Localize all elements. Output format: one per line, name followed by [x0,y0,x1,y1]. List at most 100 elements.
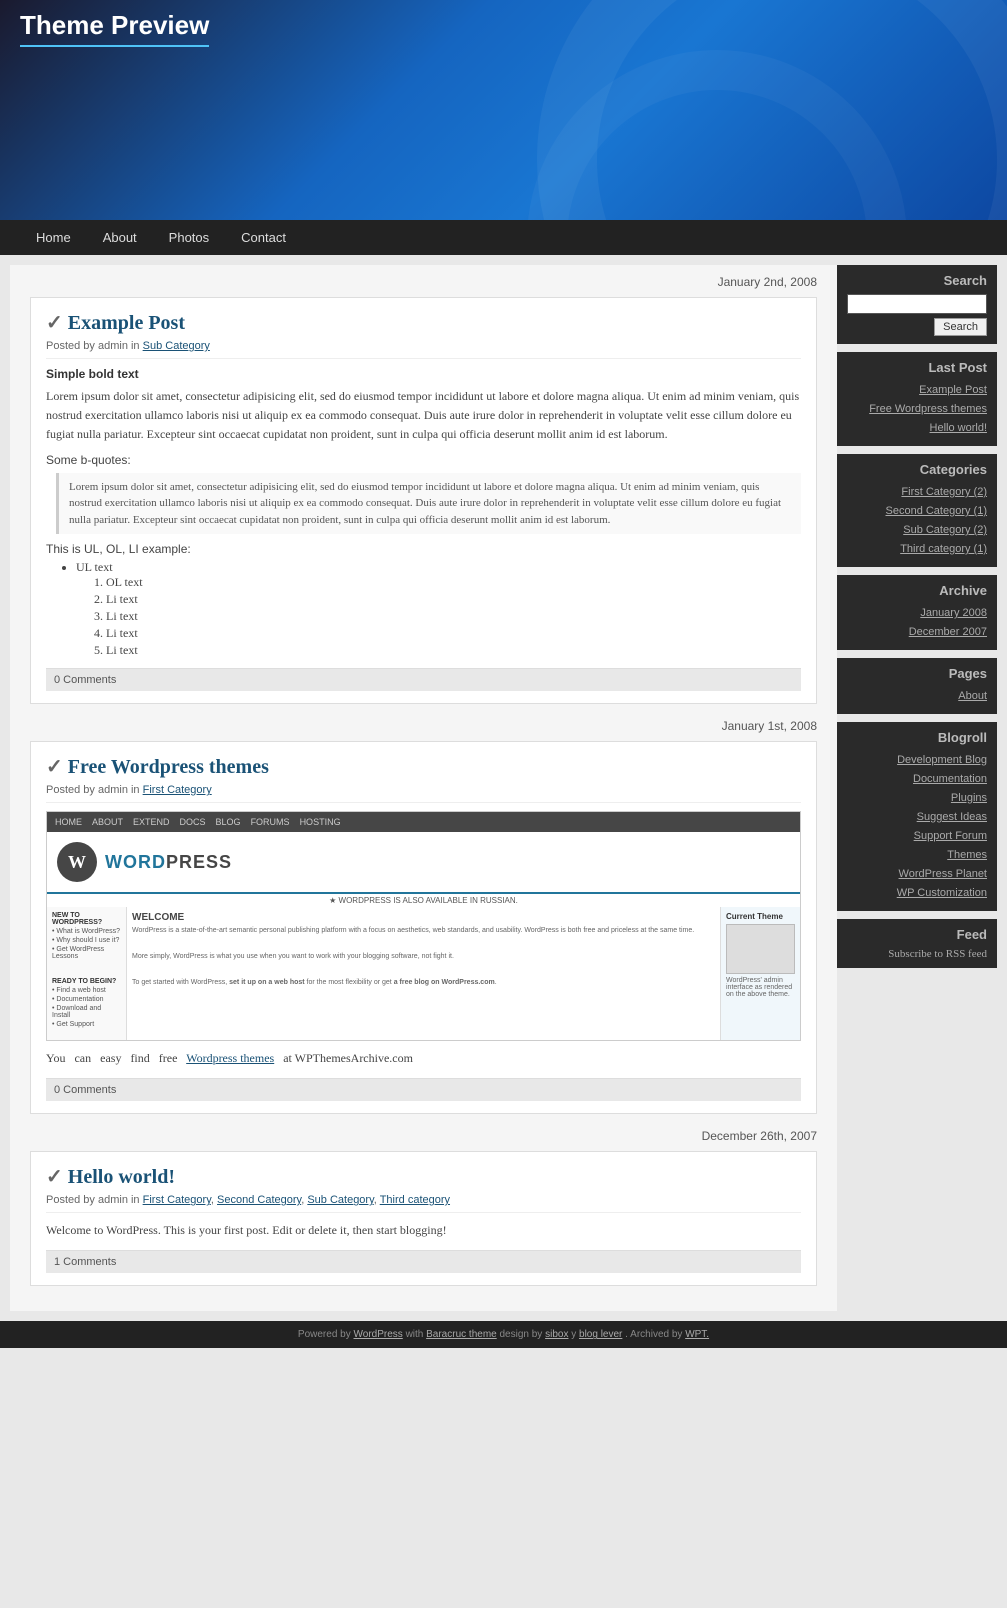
site-header: Theme Preview [0,0,1007,220]
post-title-2: Free Wordpress themes [46,754,801,779]
list-item: Development Blog [847,751,987,767]
sidebar-blogroll-section: Blogroll Development Blog Documentation … [837,722,997,911]
list-item: OL text [106,575,801,590]
post-1: Example Post Posted by admin in Sub Cate… [30,297,817,704]
ul-list-1: UL text OL text Li text Li text Li text … [76,560,801,658]
post-category-3d[interactable]: Third category [380,1194,450,1206]
wp-logo-icon: W [57,842,97,882]
archive-link-2[interactable]: December 2007 [909,626,987,638]
list-label-1: This is UL, OL, LI example: [46,542,801,556]
post-category-3b[interactable]: Second Category [217,1194,301,1206]
post-meta-2: Posted by admin in First Category [46,784,801,803]
nav-about[interactable]: About [87,220,153,255]
blogroll-link-3[interactable]: Plugins [951,792,987,804]
pages-list: About [847,687,987,703]
post-category-3a[interactable]: First Category [143,1194,211,1206]
last-post-link-2[interactable]: Free Wordpress themes [869,403,987,415]
list-item: January 2008 [847,604,987,620]
archive-link-1[interactable]: January 2008 [920,607,987,619]
list-item: First Category (2) [847,483,987,499]
footer-y-text: y [571,1329,579,1340]
blockquote-label-1: Some b-quotes: [46,453,801,467]
footer-wordpress-link[interactable]: WordPress [354,1329,403,1340]
post-category-3c[interactable]: Sub Category [307,1194,373,1206]
comments-bar-2: 0 Comments [46,1078,801,1101]
list-item: Third category (1) [847,540,987,556]
blogroll-list: Development Blog Documentation Plugins S… [847,751,987,900]
sidebar-pages-section: Pages About [837,658,997,714]
nav-home[interactable]: Home [20,220,87,255]
post-date-2: January 1st, 2008 [30,719,817,733]
search-input[interactable] [847,294,987,314]
blogroll-link-6[interactable]: Themes [947,849,987,861]
pages-heading: Pages [847,666,987,681]
footer-archived-text: . Archived by [625,1329,685,1340]
wp-body: NEW TO WORDPRESS? • What is WordPress? •… [47,907,800,1040]
footer-powered-text: Powered by [298,1329,354,1340]
wp-top-bar: HOMEABOUTEXTENDDOCSBLOGFORUMSHOSTING [47,812,800,832]
main-content: January 2nd, 2008 Example Post Posted by… [10,265,837,1311]
list-item: Plugins [847,789,987,805]
footer-wpt-link[interactable]: WPT. [685,1329,709,1340]
list-item: UL text OL text Li text Li text Li text … [76,560,801,658]
category-link-3[interactable]: Sub Category (2) [903,524,987,536]
last-post-link-3[interactable]: Hello world! [930,422,987,434]
category-link-2[interactable]: Second Category (1) [886,505,988,517]
last-post-link-1[interactable]: Example Post [919,384,987,396]
last-posts-list: Example Post Free Wordpress themes Hello… [847,381,987,435]
list-item: Free Wordpress themes [847,400,987,416]
list-item: December 2007 [847,623,987,639]
blogroll-link-1[interactable]: Development Blog [897,754,987,766]
post-title-3: Hello world! [46,1164,801,1189]
footer-theme-link[interactable]: Baracruc theme [426,1329,497,1340]
blogroll-link-8[interactable]: WP Customization [897,887,987,899]
list-item: Sub Category (2) [847,521,987,537]
archive-heading: Archive [847,583,987,598]
list-item: Example Post [847,381,987,397]
wp-right-mini: Current Theme WordPress' admin interface… [720,907,800,1040]
nav-contact[interactable]: Contact [225,220,302,255]
post-body-3: Welcome to WordPress. This is your first… [46,1221,801,1240]
post-meta-3: Posted by admin in First Category, Secon… [46,1194,801,1213]
categories-list: First Category (2) Second Category (1) S… [847,483,987,556]
list-item: Hello world! [847,419,987,435]
list-item: Li text [106,626,801,641]
post-date-1: January 2nd, 2008 [30,275,817,289]
list-item: Li text [106,592,801,607]
blogroll-link-2[interactable]: Documentation [913,773,987,785]
list-item: Support Forum [847,827,987,843]
category-link-4[interactable]: Third category (1) [900,543,987,555]
footer-blog-link[interactable]: blog lever [579,1329,622,1340]
sidebar-categories-section: Categories First Category (2) Second Cat… [837,454,997,567]
free-text-2: You can easy find free Wordpress themes … [46,1049,801,1068]
post-2: Free Wordpress themes Posted by admin in… [30,741,817,1114]
list-item: Documentation [847,770,987,786]
list-item: Second Category (1) [847,502,987,518]
post-body-1: Lorem ipsum dolor sit amet, consectetur … [46,387,801,445]
list-item: Suggest Ideas [847,808,987,824]
blockquote-1: Lorem ipsum dolor sit amet, consectetur … [56,473,801,535]
footer-sibox-link[interactable]: sibox [545,1329,568,1340]
category-link-1[interactable]: First Category (2) [901,486,987,498]
comments-bar-3: 1 Comments [46,1250,801,1273]
blogroll-link-4[interactable]: Suggest Ideas [917,811,987,823]
post-date-3: December 26th, 2007 [30,1129,817,1143]
archive-list: January 2008 December 2007 [847,604,987,639]
rss-link[interactable]: Subscribe to RSS feed [888,948,987,960]
post-category-1[interactable]: Sub Category [143,340,210,352]
sidebar-last-post-section: Last Post Example Post Free Wordpress th… [837,352,997,446]
list-item: WP Customization [847,884,987,900]
blogroll-link-7[interactable]: WordPress Planet [899,868,987,880]
post-meta-1: Posted by admin in Sub Category [46,340,801,359]
blogroll-link-5[interactable]: Support Forum [914,830,987,842]
wordpress-themes-link[interactable]: Wordpress themes [186,1051,274,1065]
wp-sidebar-mini: NEW TO WORDPRESS? • What is WordPress? •… [47,907,127,1040]
page-link-about[interactable]: About [958,690,987,702]
nav-photos[interactable]: Photos [153,220,225,255]
post-category-2[interactable]: First Category [143,784,212,796]
wordpress-screenshot: HOMEABOUTEXTENDDOCSBLOGFORUMSHOSTING W W… [46,811,801,1041]
site-footer: Powered by WordPress with Baracruc theme… [0,1321,1007,1348]
post-3: Hello world! Posted by admin in First Ca… [30,1151,817,1286]
search-button[interactable]: Search [934,318,987,336]
last-post-heading: Last Post [847,360,987,375]
